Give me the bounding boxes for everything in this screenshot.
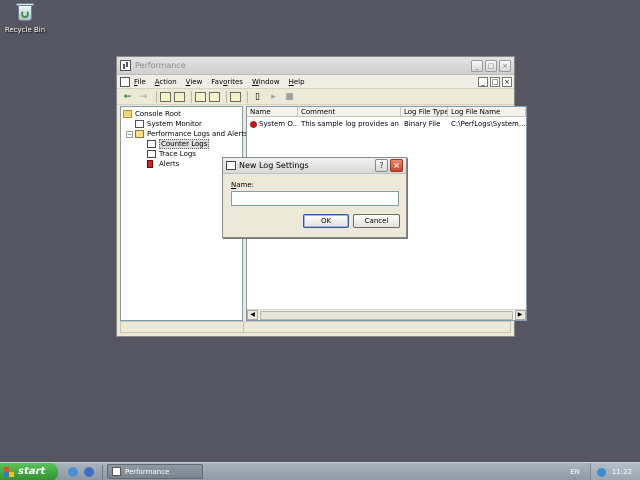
status-bar — [120, 321, 511, 333]
quick-launch-desktop-icon[interactable] — [68, 466, 78, 477]
menu-window[interactable]: Window — [252, 78, 280, 86]
system-monitor-icon — [135, 120, 144, 128]
collapse-icon[interactable]: − — [126, 130, 133, 138]
scroll-right-icon[interactable]: ▶ — [514, 310, 526, 320]
column-header-name[interactable]: Name — [247, 107, 298, 116]
windows-logo-icon — [4, 466, 14, 477]
tree-item-counter-logs[interactable]: Counter Logs — [121, 139, 242, 149]
dialog-close-button[interactable]: × — [390, 159, 403, 172]
language-indicator[interactable]: EN — [570, 468, 580, 476]
mdi-close-button[interactable]: × — [502, 76, 512, 87]
minimize-button[interactable]: _ — [471, 59, 483, 72]
export-list-icon[interactable] — [209, 91, 220, 102]
log-name: System O... — [259, 120, 298, 128]
close-button[interactable]: × — [499, 59, 511, 72]
folder-icon — [123, 110, 132, 118]
menu-view[interactable]: View — [186, 78, 203, 86]
forward-arrow-icon[interactable]: → — [137, 91, 150, 103]
log-file-name: C:\PerfLogs\System... — [451, 120, 526, 128]
recycle-bin-desktop-icon[interactable]: Recycle Bin — [4, 2, 46, 34]
mdi-minimize-button[interactable]: _ — [478, 76, 488, 87]
window-titlebar[interactable]: Performance _ □ × — [117, 57, 514, 75]
maximize-button[interactable]: □ — [485, 59, 497, 72]
stopped-log-icon — [250, 120, 257, 128]
log-file-type: Binary File — [404, 120, 441, 128]
scroll-left-icon[interactable]: ◀ — [247, 310, 258, 320]
column-header-comment[interactable]: Comment — [298, 107, 401, 116]
horizontal-scrollbar[interactable]: ◀ ▶ — [247, 309, 526, 320]
trace-logs-icon — [147, 150, 156, 158]
refresh-icon[interactable] — [195, 91, 206, 102]
list-item[interactable]: System O... This sample log provides an … — [247, 119, 526, 129]
system-tray: EN 11:22 — [570, 463, 640, 480]
log-name-input[interactable] — [231, 191, 399, 206]
scroll-thumb[interactable] — [260, 310, 513, 320]
show-tree-icon[interactable] — [174, 91, 185, 102]
clock[interactable]: 11:22 — [612, 468, 632, 476]
taskbar-button-performance[interactable]: Performance — [107, 464, 203, 479]
performance-taskbar-icon — [112, 467, 121, 476]
performance-logs-icon — [135, 130, 144, 138]
recycle-bin-label: Recycle Bin — [4, 26, 46, 34]
cancel-button[interactable]: Cancel — [353, 214, 400, 228]
dialog-window-icon — [226, 161, 236, 170]
menu-bar: File Action View Favorites Window Help _… — [117, 75, 514, 89]
internet-explorer-icon[interactable] — [84, 466, 94, 477]
alerts-icon — [147, 160, 153, 168]
column-header-log-file-name[interactable]: Log File Name — [448, 107, 526, 116]
menu-help[interactable]: Help — [289, 78, 305, 86]
back-arrow-icon[interactable]: ← — [121, 91, 134, 103]
notification-area: 11:22 — [589, 463, 640, 480]
mdi-restore-button[interactable]: □ — [490, 76, 500, 87]
ok-button[interactable]: OK — [303, 214, 349, 228]
recycle-bin-icon — [15, 2, 35, 24]
stop-log-icon[interactable]: ■ — [283, 91, 296, 103]
dialog-help-button[interactable]: ? — [375, 159, 388, 172]
menu-favorites[interactable]: Favorites — [211, 78, 243, 86]
dialog-titlebar[interactable]: New Log Settings ? × — [223, 158, 406, 174]
mdi-document-icon[interactable] — [120, 76, 130, 87]
dialog-title: New Log Settings — [239, 161, 309, 170]
quick-launch — [68, 466, 100, 477]
log-comment: This sample log provides an o... — [301, 120, 401, 128]
toolbar: ← → ▯ ▸ ■ — [117, 89, 514, 105]
column-header-log-file-type[interactable]: Log File Type — [401, 107, 448, 116]
menu-action[interactable]: Action — [155, 78, 177, 86]
help-icon[interactable] — [230, 91, 241, 102]
name-label: Name: — [231, 181, 255, 189]
tree-item-performance-logs[interactable]: − Performance Logs and Alerts — [121, 129, 248, 139]
performance-app-icon[interactable] — [120, 60, 131, 71]
start-log-icon[interactable]: ▸ — [267, 91, 280, 103]
up-folder-icon[interactable] — [160, 91, 171, 102]
tree-item-console-root[interactable]: Console Root — [121, 109, 242, 119]
list-header: Name Comment Log File Type Log File Name — [247, 107, 526, 117]
new-log-icon[interactable]: ▯ — [251, 91, 264, 103]
taskbar: start Performance EN 11:22 — [0, 462, 640, 480]
menu-file[interactable]: File — [134, 78, 146, 86]
window-title: Performance — [135, 61, 186, 70]
counter-logs-icon — [147, 140, 156, 148]
start-button[interactable]: start — [0, 462, 58, 480]
tree-item-system-monitor[interactable]: System Monitor — [121, 119, 242, 129]
network-icon[interactable] — [596, 467, 606, 477]
new-log-settings-dialog: New Log Settings ? × Name: OK Cancel — [222, 157, 407, 238]
